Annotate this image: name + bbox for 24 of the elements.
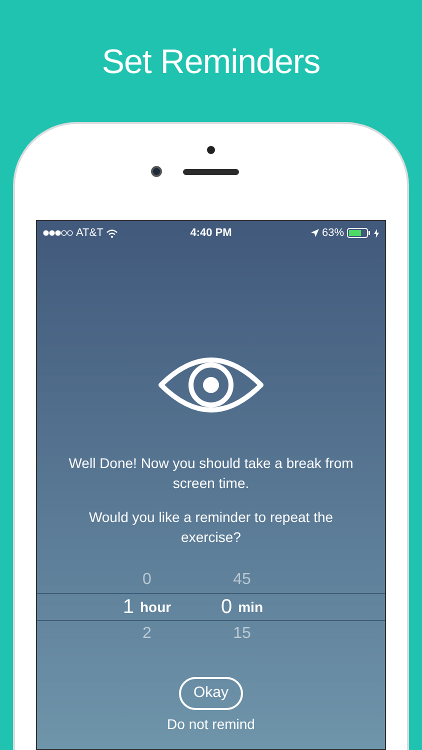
picker-value[interactable]: 2 [142,622,152,646]
picker-value[interactable]: 45 [233,568,251,592]
page-title: Set Reminders [102,42,320,83]
battery-percentage: 63% [322,226,344,241]
okay-button[interactable]: Okay [179,677,242,710]
picker-value[interactable]: 15 [233,622,251,646]
carrier-name: AT&T [76,226,104,241]
phone-sensor [207,146,215,154]
question-text: Would you like a reminder to repeat the exercise? [88,508,334,547]
phone-speaker [183,169,239,175]
battery-icon [346,228,371,238]
location-arrow-icon [310,229,319,237]
wifi-icon [106,228,118,238]
status-time: 4:40 PM [190,226,232,241]
message-text: Well Done! Now you should take a break from screen time. [68,454,354,493]
phone-camera [151,166,162,177]
picker-unit: hour [140,598,172,616]
do-not-remind-button[interactable]: Do not remind [167,716,255,732]
picker-unit: min [238,598,263,616]
picker-value[interactable]: 1 [122,592,134,622]
picker-value[interactable]: 0 [142,568,152,592]
picker-value[interactable]: 0 [220,592,232,622]
charging-icon [374,228,379,238]
signal-icon [43,230,73,236]
